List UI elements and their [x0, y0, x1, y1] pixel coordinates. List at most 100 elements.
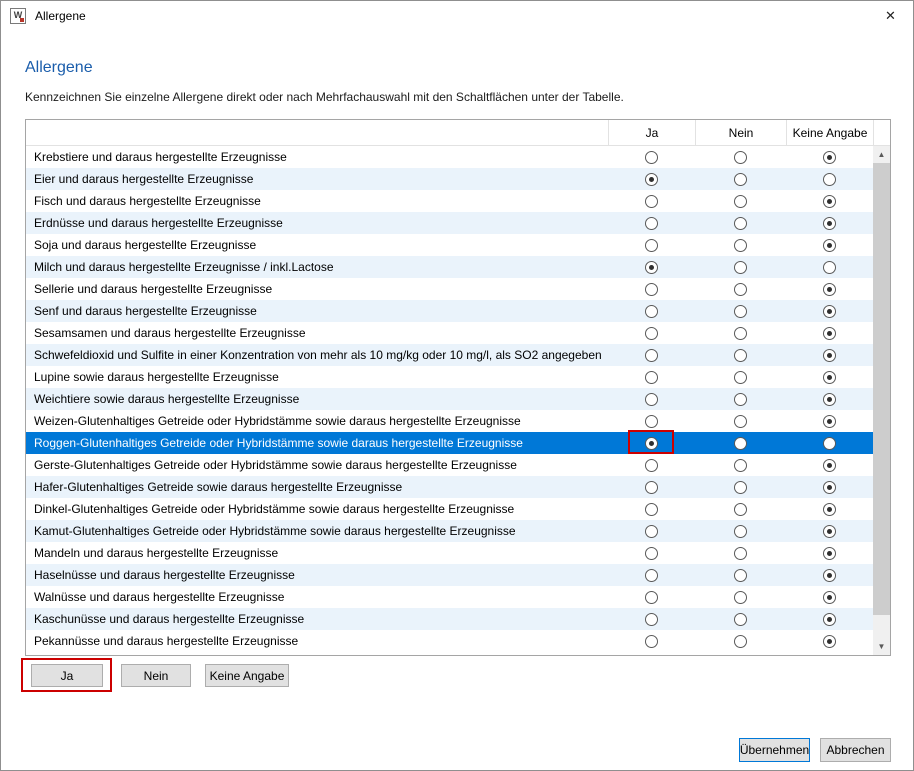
radio-nein[interactable] — [734, 327, 747, 340]
table-row[interactable]: Senf und daraus hergestellte Erzeugnisse — [26, 300, 873, 322]
bulk-nein-button[interactable]: Nein — [121, 664, 191, 687]
radio-nein[interactable] — [734, 415, 747, 428]
table-row[interactable]: Krebstiere und daraus hergestellte Erzeu… — [26, 146, 873, 168]
radio-keine-angabe[interactable] — [823, 261, 836, 274]
radio-ja[interactable] — [645, 195, 658, 208]
radio-nein[interactable] — [734, 547, 747, 560]
radio-nein[interactable] — [734, 635, 747, 648]
cancel-button[interactable]: Abbrechen — [820, 738, 891, 762]
radio-nein[interactable] — [734, 173, 747, 186]
radio-keine-angabe[interactable] — [823, 239, 836, 252]
radio-nein[interactable] — [734, 305, 747, 318]
table-row[interactable]: Sellerie und daraus hergestellte Erzeugn… — [26, 278, 873, 300]
radio-ja[interactable] — [645, 415, 658, 428]
radio-ja[interactable] — [645, 283, 658, 296]
radio-keine-angabe[interactable] — [823, 393, 836, 406]
radio-keine-angabe[interactable] — [823, 569, 836, 582]
radio-ja[interactable] — [645, 437, 658, 450]
apply-button[interactable]: Übernehmen — [739, 738, 810, 762]
radio-keine-angabe[interactable] — [823, 415, 836, 428]
radio-ja[interactable] — [645, 173, 658, 186]
radio-keine-angabe[interactable] — [823, 173, 836, 186]
table-row[interactable]: Sesamsamen und daraus hergestellte Erzeu… — [26, 322, 873, 344]
bulk-ja-button[interactable]: Ja — [31, 664, 103, 687]
radio-keine-angabe[interactable] — [823, 217, 836, 230]
table-row[interactable]: Kamut-Glutenhaltiges Getreide oder Hybri… — [26, 520, 873, 542]
radio-keine-angabe[interactable] — [823, 503, 836, 516]
radio-nein[interactable] — [734, 503, 747, 516]
table-row[interactable]: Milch und daraus hergestellte Erzeugniss… — [26, 256, 873, 278]
radio-ja[interactable] — [645, 217, 658, 230]
radio-ja[interactable] — [645, 327, 658, 340]
radio-nein[interactable] — [734, 481, 747, 494]
radio-keine-angabe[interactable] — [823, 613, 836, 626]
radio-nein[interactable] — [734, 525, 747, 538]
close-icon[interactable]: ✕ — [868, 1, 913, 31]
table-row[interactable]: Gerste-Glutenhaltiges Getreide oder Hybr… — [26, 454, 873, 476]
table-row[interactable]: Schwefeldioxid und Sulfite in einer Konz… — [26, 344, 873, 366]
radio-keine-angabe[interactable] — [823, 547, 836, 560]
table-row[interactable]: Soja und daraus hergestellte Erzeugnisse — [26, 234, 873, 256]
table-row[interactable]: Kaschunüsse und daraus hergestellte Erze… — [26, 608, 873, 630]
table-row[interactable]: Pekannüsse und daraus hergestellte Erzeu… — [26, 630, 873, 652]
radio-nein[interactable] — [734, 591, 747, 604]
radio-keine-angabe[interactable] — [823, 525, 836, 538]
bulk-keine-angabe-button[interactable]: Keine Angabe — [205, 664, 289, 687]
radio-ja[interactable] — [645, 569, 658, 582]
radio-nein[interactable] — [734, 261, 747, 274]
radio-keine-angabe[interactable] — [823, 305, 836, 318]
radio-ja[interactable] — [645, 613, 658, 626]
radio-ja[interactable] — [645, 151, 658, 164]
radio-keine-angabe[interactable] — [823, 459, 836, 472]
table-row[interactable]: Mandeln und daraus hergestellte Erzeugni… — [26, 542, 873, 564]
table-row[interactable]: Haselnüsse und daraus hergestellte Erzeu… — [26, 564, 873, 586]
radio-ja[interactable] — [645, 635, 658, 648]
table-row[interactable]: Dinkel-Glutenhaltiges Getreide oder Hybr… — [26, 498, 873, 520]
radio-nein[interactable] — [734, 151, 747, 164]
radio-keine-angabe[interactable] — [823, 481, 836, 494]
radio-keine-angabe[interactable] — [823, 591, 836, 604]
scroll-up-icon[interactable]: ▲ — [873, 146, 890, 163]
table-row[interactable]: Walnüsse und daraus hergestellte Erzeugn… — [26, 586, 873, 608]
table-row[interactable]: Weizen-Glutenhaltiges Getreide oder Hybr… — [26, 410, 873, 432]
table-row[interactable]: Erdnüsse und daraus hergestellte Erzeugn… — [26, 212, 873, 234]
table-row[interactable]: Roggen-Glutenhaltiges Getreide oder Hybr… — [26, 432, 873, 454]
radio-nein[interactable] — [734, 349, 747, 362]
radio-ja[interactable] — [645, 393, 658, 406]
radio-nein[interactable] — [734, 195, 747, 208]
radio-ja[interactable] — [645, 591, 658, 604]
radio-ja[interactable] — [645, 305, 658, 318]
radio-keine-angabe[interactable] — [823, 437, 836, 450]
table-row[interactable]: Lupine sowie daraus hergestellte Erzeugn… — [26, 366, 873, 388]
radio-nein[interactable] — [734, 437, 747, 450]
radio-nein[interactable] — [734, 393, 747, 406]
table-row[interactable]: Fisch und daraus hergestellte Erzeugniss… — [26, 190, 873, 212]
radio-keine-angabe[interactable] — [823, 327, 836, 340]
radio-ja[interactable] — [645, 459, 658, 472]
radio-nein[interactable] — [734, 569, 747, 582]
radio-nein[interactable] — [734, 217, 747, 230]
vertical-scrollbar[interactable]: ▲ ▼ — [873, 146, 890, 655]
radio-keine-angabe[interactable] — [823, 151, 836, 164]
radio-ja[interactable] — [645, 503, 658, 516]
radio-ja[interactable] — [645, 239, 658, 252]
radio-ja[interactable] — [645, 547, 658, 560]
radio-nein[interactable] — [734, 283, 747, 296]
scroll-down-icon[interactable]: ▼ — [873, 638, 890, 655]
radio-ja[interactable] — [645, 371, 658, 384]
table-row[interactable]: Weichtiere sowie daraus hergestellte Erz… — [26, 388, 873, 410]
radio-ja[interactable] — [645, 349, 658, 362]
radio-keine-angabe[interactable] — [823, 195, 836, 208]
radio-keine-angabe[interactable] — [823, 349, 836, 362]
radio-ja[interactable] — [645, 525, 658, 538]
radio-keine-angabe[interactable] — [823, 283, 836, 296]
table-row[interactable]: Hafer-Glutenhaltiges Getreide sowie dara… — [26, 476, 873, 498]
radio-nein[interactable] — [734, 371, 747, 384]
radio-keine-angabe[interactable] — [823, 635, 836, 648]
radio-nein[interactable] — [734, 239, 747, 252]
radio-ja[interactable] — [645, 261, 658, 274]
scrollbar-thumb[interactable] — [873, 163, 890, 615]
radio-keine-angabe[interactable] — [823, 371, 836, 384]
radio-ja[interactable] — [645, 481, 658, 494]
radio-nein[interactable] — [734, 613, 747, 626]
